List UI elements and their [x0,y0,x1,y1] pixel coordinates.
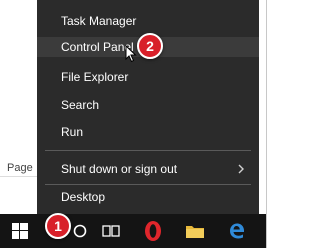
background-divider [0,176,40,177]
step-1-badge: 1 [45,213,71,239]
menu-separator [45,184,251,185]
menu-item-search[interactable]: Search [61,95,99,115]
screenshot-border [266,0,267,248]
file-explorer-taskbar-button[interactable] [181,214,209,248]
mouse-pointer-icon [125,45,137,63]
chevron-right-icon [238,164,244,174]
windows-logo-icon [12,223,28,239]
menu-separator [45,150,251,151]
opera-icon [145,221,161,241]
task-view-button[interactable] [98,214,124,248]
taskbar [0,214,267,248]
edge-icon [230,223,245,239]
cortana-button[interactable] [68,214,92,248]
folder-icon [186,226,204,238]
menu-item-shut-down[interactable]: Shut down or sign out [61,159,177,179]
task-view-icon [102,225,120,237]
menu-item-task-manager[interactable]: Task Manager [61,11,136,31]
opera-taskbar-button[interactable] [138,214,168,248]
menu-item-run[interactable]: Run [61,122,83,142]
menu-item-file-explorer[interactable]: File Explorer [61,67,128,87]
background-page-label: Page [7,162,33,174]
edge-taskbar-button[interactable] [223,214,251,248]
cortana-icon [73,224,87,238]
start-button[interactable] [8,214,32,248]
step-2-badge: 2 [137,33,163,59]
menu-item-desktop[interactable]: Desktop [61,187,105,207]
